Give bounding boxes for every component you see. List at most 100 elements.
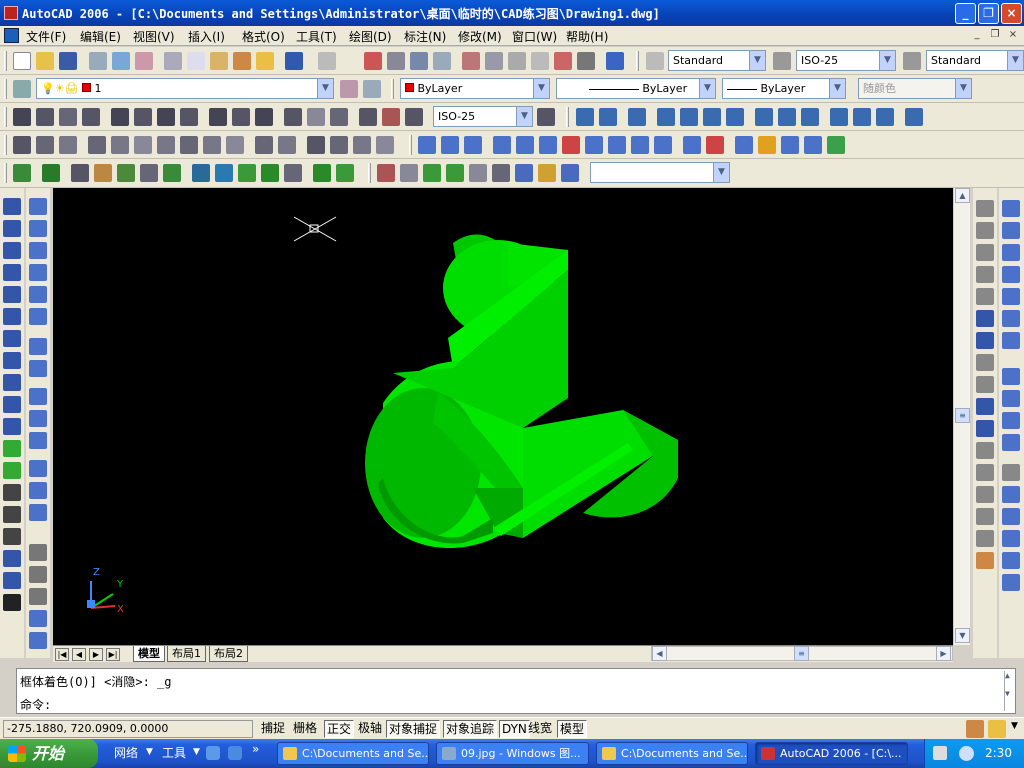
materials-library-icon[interactable] — [140, 164, 158, 182]
plot-preview-icon[interactable] — [112, 52, 130, 70]
ucs-world-icon[interactable] — [599, 108, 617, 126]
new-icon[interactable] — [13, 52, 31, 70]
quicklaunch-network[interactable]: 网络 — [114, 744, 138, 761]
hidden-icon[interactable] — [29, 588, 47, 605]
copy-icon[interactable] — [187, 52, 205, 70]
solid-intersect-icon[interactable] — [1002, 244, 1020, 261]
orbit-icon[interactable] — [307, 136, 325, 154]
3d-distance-icon[interactable] — [469, 164, 487, 182]
menu-modify[interactable]: 修改(M) — [458, 28, 502, 45]
ucs-view-icon[interactable] — [703, 108, 721, 126]
break-icon[interactable] — [976, 464, 994, 481]
polar-toggle[interactable]: 极轴 — [356, 720, 384, 738]
tools-menu-icon[interactable]: ▼ — [193, 747, 200, 757]
section-icon[interactable] — [29, 410, 47, 427]
ucs-3point-icon[interactable] — [778, 108, 796, 126]
right-view-icon[interactable] — [111, 136, 129, 154]
first-tab-icon[interactable]: |◀ — [55, 648, 69, 661]
solid-imprint-icon[interactable] — [1002, 464, 1020, 481]
layer-previous-icon[interactable] — [363, 80, 381, 98]
toolbar-grip[interactable] — [4, 51, 7, 71]
spline-icon[interactable] — [3, 374, 21, 391]
cylinder-icon[interactable] — [29, 242, 47, 259]
task-explorer-1[interactable]: C:\Documents and Se... — [277, 742, 429, 765]
solid-slice-icon[interactable] — [1002, 574, 1020, 591]
union-icon[interactable] — [418, 136, 436, 154]
tab-model[interactable]: 模型 — [133, 646, 165, 662]
plot-icon[interactable] — [89, 52, 107, 70]
toolbar-grip[interactable] — [4, 107, 7, 127]
sheet-set-icon[interactable] — [531, 52, 549, 70]
scenes-icon[interactable] — [71, 164, 89, 182]
continuous-orbit-icon[interactable] — [330, 136, 348, 154]
keyboard-icon[interactable] — [933, 746, 947, 760]
shell-icon[interactable] — [804, 136, 822, 154]
stretch-icon[interactable] — [976, 376, 994, 393]
solid-rotate-icon[interactable] — [1002, 368, 1020, 385]
extrude-faces-icon[interactable] — [493, 136, 511, 154]
dim-style-select-2[interactable]: ISO-25 ▼ — [433, 106, 533, 127]
zoom-window-icon[interactable] — [410, 52, 428, 70]
view-select[interactable]: ▼ — [590, 162, 730, 183]
dim-text-edit-icon[interactable] — [382, 108, 400, 126]
make-block-icon[interactable] — [3, 462, 21, 479]
menu-format[interactable]: 格式(O) — [242, 28, 285, 45]
diameter-dim-icon[interactable] — [157, 108, 175, 126]
menu-file[interactable]: 文件(F) — [26, 28, 66, 45]
leader-icon[interactable] — [284, 108, 302, 126]
camera-icon[interactable] — [278, 136, 296, 154]
menu-edit[interactable]: 编辑(E) — [80, 28, 121, 45]
menu-window[interactable]: 窗口(W) — [512, 28, 557, 45]
setup-drawing-icon[interactable] — [29, 460, 47, 477]
model-toggle[interactable]: 模型 — [557, 720, 588, 738]
array-icon[interactable] — [976, 288, 994, 305]
break-at-point-icon[interactable] — [976, 442, 994, 459]
calculator-icon[interactable] — [577, 52, 595, 70]
copy-object-icon[interactable] — [976, 222, 994, 239]
tab-layout2[interactable]: 布局2 — [209, 646, 248, 662]
block-editor-icon[interactable] — [256, 52, 274, 70]
hscroll-thumb[interactable]: ≡ — [794, 646, 809, 661]
prev-tab-icon[interactable]: ◀ — [72, 648, 86, 661]
drawing-canvas[interactable]: Z Y X — [53, 188, 953, 645]
move-faces-icon[interactable] — [516, 136, 534, 154]
lineweight-toggle[interactable]: 线宽 — [526, 720, 554, 738]
lights-icon[interactable] — [94, 164, 112, 182]
top-view-icon[interactable] — [36, 136, 54, 154]
mapping-icon[interactable] — [163, 164, 181, 182]
cone-icon[interactable] — [29, 264, 47, 281]
cut-icon[interactable] — [164, 52, 182, 70]
solid-delete-icon[interactable] — [1002, 332, 1020, 349]
solid-check-icon[interactable] — [1002, 552, 1020, 569]
arc-length-icon[interactable] — [59, 108, 77, 126]
table-icon[interactable] — [3, 572, 21, 589]
polyline-icon[interactable] — [3, 242, 21, 259]
materials-icon[interactable] — [117, 164, 135, 182]
scroll-down-icon[interactable]: ▼ — [955, 628, 970, 643]
line-icon[interactable] — [3, 198, 21, 215]
ortho-toggle[interactable]: 正交 — [324, 720, 355, 738]
region-icon[interactable] — [3, 550, 21, 567]
solid-shell-icon[interactable] — [1002, 530, 1020, 547]
polygon-icon[interactable] — [3, 264, 21, 281]
ellipse-icon[interactable] — [3, 396, 21, 413]
minimize-button[interactable]: _ — [955, 3, 976, 24]
separate-icon[interactable] — [781, 136, 799, 154]
scroll-up-icon[interactable]: ▲ — [955, 188, 970, 203]
3d-clip-icon[interactable] — [515, 164, 533, 182]
lock-icon[interactable] — [988, 720, 1006, 738]
ucs-zaxis-icon[interactable] — [755, 108, 773, 126]
2d-wireframe-icon[interactable] — [29, 544, 47, 561]
make-object-layer-current-icon[interactable] — [340, 80, 358, 98]
command-window[interactable]: 框体着色(O)] <消隐>: _g 命令: ▲ ▼ — [16, 668, 1016, 714]
tab-layout1[interactable]: 布局1 — [167, 646, 206, 662]
radius-dim-icon[interactable] — [111, 108, 129, 126]
rectangle-icon[interactable] — [3, 286, 21, 303]
toolbar-grip[interactable] — [4, 163, 7, 183]
lineweight-select[interactable]: ByLayer ▼ — [722, 78, 846, 99]
offset-faces-icon[interactable] — [539, 136, 557, 154]
offset-icon[interactable] — [976, 266, 994, 283]
solid-move-icon[interactable] — [1002, 288, 1020, 305]
dim-update-icon[interactable] — [405, 108, 423, 126]
background-icon[interactable] — [192, 164, 210, 182]
